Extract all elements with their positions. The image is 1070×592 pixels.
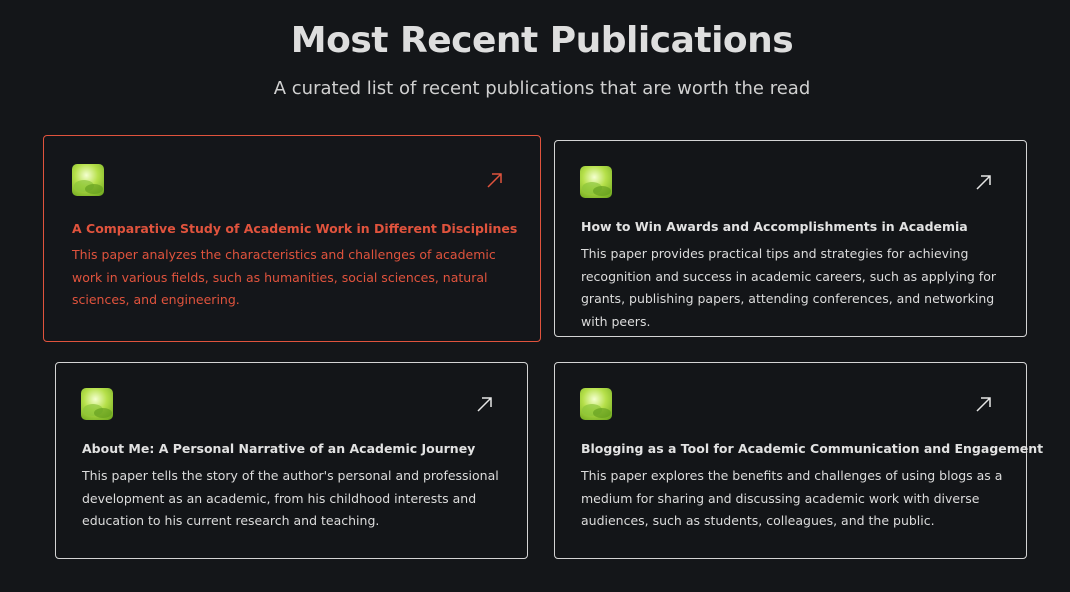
card-title[interactable]: About Me: A Personal Narrative of an Aca… <box>82 441 475 456</box>
leaf-thumbnail-icon <box>580 388 612 420</box>
leaf-thumbnail-icon <box>81 388 113 420</box>
leaf-thumbnail-icon <box>580 166 612 198</box>
arrow-up-right-icon[interactable] <box>486 171 504 189</box>
publication-card-about-me[interactable]: About Me: A Personal Narrative of an Aca… <box>55 362 528 559</box>
card-title[interactable]: A Comparative Study of Academic Work in … <box>72 221 517 236</box>
page-subtitle: A curated list of recent publications th… <box>273 78 811 99</box>
card-description: This paper tells the story of the author… <box>82 468 499 528</box>
arrow-up-right-icon[interactable] <box>975 173 993 191</box>
page-title: Most Recent Publications <box>290 20 794 61</box>
arrow-up-right-icon[interactable] <box>975 395 993 413</box>
publication-card-blogging[interactable]: Blogging as a Tool for Academic Communic… <box>554 362 1043 559</box>
arrow-up-right-icon[interactable] <box>476 395 494 413</box>
leaf-thumbnail-icon <box>72 164 104 196</box>
card-description: This paper explores the benefits and cha… <box>581 468 1003 528</box>
card-title[interactable]: How to Win Awards and Accomplishments in… <box>581 219 968 234</box>
card-description: This paper analyzes the characteristics … <box>72 247 496 307</box>
card-description: This paper provides practical tips and s… <box>581 246 996 329</box>
publication-card-comparative-study[interactable]: A Comparative Study of Academic Work in … <box>43 135 541 342</box>
publication-card-awards[interactable]: How to Win Awards and Accomplishments in… <box>554 140 1027 337</box>
card-title[interactable]: Blogging as a Tool for Academic Communic… <box>581 441 1043 456</box>
